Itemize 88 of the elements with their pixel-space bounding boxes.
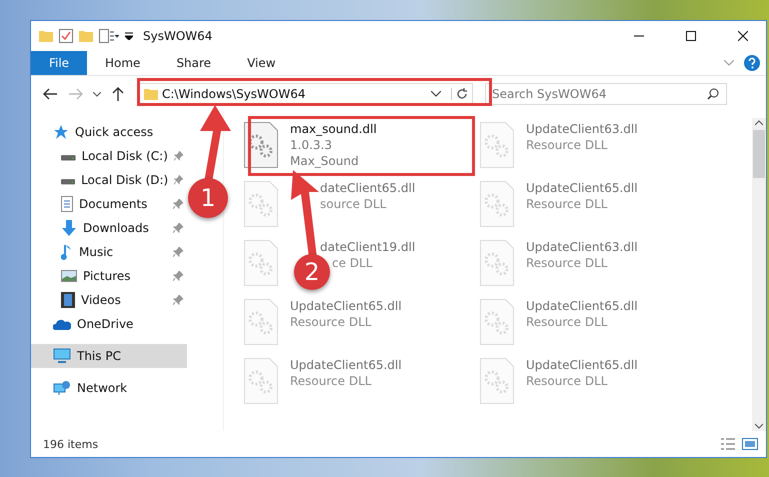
up-arrow-icon	[112, 87, 124, 101]
help-icon[interactable]	[744, 55, 760, 71]
file-name[interactable]: UpdateClient65.dll	[290, 299, 402, 313]
properties-icon[interactable]	[99, 29, 119, 43]
file-detail: Resource DLL	[526, 256, 608, 270]
download-icon	[61, 220, 77, 236]
pin-icon[interactable]	[173, 295, 183, 305]
back-arrow-icon	[43, 88, 57, 100]
details-view-icon[interactable]	[720, 437, 736, 451]
pin-icon[interactable]	[174, 151, 183, 161]
chevron-down-icon[interactable]	[431, 91, 441, 97]
file-name[interactable]: UpdateClient65.dll	[526, 181, 638, 195]
file-detail: Resource DLL	[290, 315, 372, 329]
settings-file-icon	[480, 240, 514, 286]
chevron-up-icon[interactable]	[755, 118, 763, 128]
chevron-down-icon[interactable]	[755, 421, 763, 431]
maximize-icon	[686, 31, 696, 41]
file-name[interactable]: UpdateClient65.dll	[290, 358, 402, 372]
document-icon	[61, 196, 73, 212]
large-icons-view-icon[interactable]	[742, 437, 758, 451]
item-count: 196 items	[43, 438, 100, 450]
settings-file-icon	[480, 299, 514, 345]
search-field[interactable]: Search SysWOW64	[485, 83, 727, 105]
film-icon	[61, 292, 75, 308]
nav-item[interactable]: Network	[31, 376, 187, 400]
nav-item[interactable]: Videos	[31, 288, 187, 312]
nav-item[interactable]: Quick access	[31, 120, 187, 144]
nav-item[interactable]: Local Disk (C:)	[31, 144, 187, 168]
settings-file-icon	[244, 240, 278, 286]
file-detail: Resource DLL	[526, 197, 608, 211]
file-name[interactable]: max_sound.dll	[290, 122, 377, 136]
pin-icon[interactable]	[174, 175, 183, 185]
search-icon	[707, 88, 719, 100]
file-name[interactable]: dateClient65.dll	[290, 181, 416, 195]
scrollbar-thumb[interactable]	[753, 130, 765, 178]
settings-file-icon	[244, 181, 278, 227]
pin-icon[interactable]	[173, 199, 183, 209]
nav-item[interactable]: Pictures	[31, 264, 187, 288]
nav-item[interactable]: Music	[31, 240, 187, 264]
settings-file-icon	[244, 358, 278, 404]
nav-item[interactable]: Documents	[31, 192, 187, 216]
settings-file-icon	[480, 122, 514, 168]
pin-icon[interactable]	[173, 247, 183, 257]
folder-icon	[144, 88, 158, 100]
cloud-icon	[53, 318, 71, 330]
file-detail: Resource DLL	[290, 374, 372, 388]
refresh-icon[interactable]	[451, 88, 468, 100]
music-note-icon	[61, 244, 73, 260]
settings-file-icon	[480, 358, 514, 404]
close-icon	[738, 31, 748, 41]
file-detail: Resource DLL	[526, 315, 608, 329]
network-icon	[53, 380, 71, 396]
ribbon-tab[interactable]: View	[229, 51, 294, 75]
checklist-icon[interactable]	[59, 29, 73, 43]
file-name[interactable]: UpdateClient65.dll	[526, 299, 638, 313]
settings-file-icon	[480, 181, 514, 227]
monitor-icon	[53, 348, 71, 364]
folder-icon	[39, 30, 53, 42]
star-icon	[53, 124, 69, 140]
caret-icon[interactable]	[125, 32, 133, 40]
pin-icon[interactable]	[173, 223, 183, 233]
file-detail: Resource DLL	[526, 138, 608, 152]
file-name[interactable]: UpdateClient63.dll	[526, 122, 638, 136]
chevron-down-icon	[93, 92, 101, 96]
ribbon-tab[interactable]: Share	[158, 51, 230, 75]
nav-item[interactable]: This PC	[31, 344, 187, 368]
file-detail: Max_Sound	[290, 154, 359, 168]
file-name[interactable]: UpdateClient63.dll	[526, 240, 638, 254]
pin-icon[interactable]	[173, 271, 183, 281]
file-detail: 1.0.3.3	[290, 138, 332, 152]
ribbon-tab[interactable]: Home	[87, 51, 158, 75]
ribbon-tab[interactable]: File	[31, 51, 87, 75]
file-detail: Resource DLL	[526, 374, 608, 388]
address-bar[interactable]: C:\Windows\SysWOW64	[137, 83, 473, 105]
file-detail: ce DLL	[331, 256, 372, 270]
nav-item[interactable]: OneDrive	[31, 312, 187, 336]
settings-file-icon	[244, 122, 278, 168]
file-detail: source DLL	[319, 197, 386, 211]
file-name[interactable]: dateClient19.dll	[290, 240, 416, 254]
window-title: SysWOW64	[143, 29, 214, 43]
nav-item[interactable]: Local Disk (D:)	[31, 168, 187, 192]
nav-item[interactable]: Downloads	[31, 216, 187, 240]
settings-file-icon	[244, 299, 278, 345]
picture-icon	[61, 270, 77, 282]
new-folder-icon	[79, 30, 93, 42]
forward-arrow-icon	[69, 88, 83, 100]
file-name[interactable]: UpdateClient65.dll	[526, 358, 638, 372]
scrollbar[interactable]	[752, 118, 766, 431]
